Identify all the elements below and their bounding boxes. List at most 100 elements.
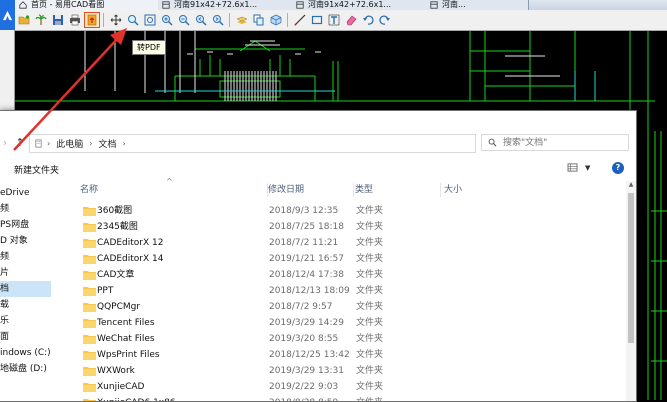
column-header-size[interactable]: 大小 [444,183,529,197]
tab-drawing-2-label: 河南91x42+72.6x1... [308,0,392,9]
file-row[interactable]: PPT 2018/12/13 18:09 文件夹 [76,283,636,299]
up-arrow-icon[interactable]: ↑ [15,137,25,149]
nav-item[interactable]: 频 [0,201,51,217]
breadcrumb-documents[interactable]: 文档 [98,137,116,150]
folder-icon [83,351,96,360]
vertical-scrollbar[interactable]: ▲ [626,181,636,401]
eraser-button[interactable] [344,13,358,27]
rectangle-icon [311,15,322,25]
nav-item[interactable]: 片 [0,265,51,281]
file-row[interactable]: CADEditorX 14 2019/1/21 16:57 文件夹 [76,251,636,267]
folder-icon [83,207,96,216]
tab-home[interactable]: 首页 - 易用CAD看图 [15,0,178,10]
file-row[interactable]: CADEditorX 12 2018/7/2 11:21 文件夹 [76,235,636,251]
file-row[interactable]: 360截图 2018/9/3 12:35 文件夹 [76,203,636,219]
undo-button[interactable] [361,13,375,27]
zoom-previous-button[interactable] [194,13,208,27]
print-button[interactable] [68,13,82,27]
folder-icon [83,239,96,248]
nav-item[interactable]: indows (C:) [0,345,51,361]
nav-item[interactable]: PS网盘 [0,217,51,233]
rectangle-button[interactable] [310,13,324,27]
drawing-file-icon [296,1,304,9]
text-button[interactable] [327,13,341,27]
tab-drawing-1[interactable]: 河南91x42+72.6x1... [158,0,311,10]
zoom-prev-icon [195,15,207,26]
file-name: XunjieCAD6.1x86 [97,395,176,401]
line-button[interactable] [293,13,307,27]
new-folder-button[interactable]: 新建文件夹 [14,163,59,176]
command-bar: 新建文件夹 ▼ ? [0,159,636,179]
file-row[interactable]: WeChat Files 2019/3/20 8:55 文件夹 [76,331,636,347]
app-logo[interactable] [0,0,15,30]
palm-icon [34,14,47,25]
3d-view-button[interactable] [269,13,283,27]
search-input[interactable] [501,136,628,149]
copy-button[interactable] [252,13,266,27]
save-button[interactable] [51,13,65,27]
help-button[interactable]: ? [612,162,624,174]
zoom-window-button[interactable] [126,13,140,27]
view-options-button[interactable]: ▼ [567,163,590,172]
nav-item[interactable]: 频 [0,249,51,265]
file-row[interactable]: CAD文章 2018/12/4 17:38 文件夹 [76,267,636,283]
file-row[interactable]: XunjieCAD6.1x86 2018/8/28 8:59 文件夹 [76,395,636,401]
file-row[interactable]: WpsPrint Files 2018/12/25 13:42 文件夹 [76,347,636,363]
redo-button[interactable] [378,13,392,27]
folder-icon [83,271,96,280]
tab-drawing-3[interactable]: 河南... [426,0,529,10]
nav-item[interactable]: 地磁盘 (D:) [0,361,51,377]
nav-item[interactable]: eDrive [0,185,51,201]
pdf-convert-button[interactable] [83,12,100,28]
breadcrumb-this-pc[interactable]: 此电脑 [56,137,83,150]
zoom-in-icon [161,15,173,26]
scroll-up-icon[interactable]: ▲ [627,181,635,190]
file-date: 2019/2/22 9:03 [269,382,339,392]
tab-drawing-2[interactable]: 河南91x42+72.6x1... [292,0,445,10]
layer-button[interactable] [235,13,249,27]
column-header-name[interactable]: 名称 [80,183,268,197]
folder-icon [83,223,96,232]
column-header-date[interactable]: 修改日期 [268,183,354,197]
file-name: 360截图 [97,206,133,216]
back-arrow-icon[interactable]: › [0,137,10,149]
open-button[interactable] [17,13,31,27]
file-name: CADEditorX 12 [97,238,164,248]
zoom-extents-button[interactable] [143,13,157,27]
file-row[interactable]: XunjieCAD 2019/2/22 9:03 文件夹 [76,379,636,395]
toolbar-separator [287,13,288,27]
file-name: PPT [97,286,114,296]
zoom-next-button[interactable] [211,13,225,27]
folder-icon [83,367,96,376]
folder-icon [83,399,96,401]
navigation-pane: eDrive 频 PS网盘 D 对象频片档载乐面 indows (C:) 地磁盘 (D:) [0,181,51,401]
zoom-in-button[interactable] [160,13,174,27]
nav-item[interactable]: 档 [0,281,51,297]
nav-item[interactable]: 面 [0,329,51,345]
file-date: 2018/12/13 18:09 [269,286,350,296]
pan-button[interactable] [109,13,123,27]
file-row[interactable]: 2345截图 2018/7/25 18:18 文件夹 [76,219,636,235]
palm-button[interactable] [34,13,48,27]
app-logo-icon [2,10,13,20]
file-row[interactable]: QQPCMgr 2018/7/2 9:57 文件夹 [76,299,636,315]
file-row[interactable]: WXWork 2019/3/29 13:31 文件夹 [76,363,636,379]
nav-item[interactable]: 乐 [0,313,51,329]
file-date: 2019/3/29 13:31 [269,366,344,376]
nav-item[interactable]: 载 [0,297,51,313]
pdf-convert-tooltip: 转PDF [132,40,166,55]
nav-item[interactable]: D 对象 [0,233,51,249]
nav-item-label: eDrive [0,188,30,198]
address-bar[interactable]: › 此电脑 › 文档 › [29,134,476,153]
scrollbar-thumb[interactable] [628,193,634,343]
file-date: 2018/12/25 13:42 [269,350,350,360]
search-box[interactable] [481,134,629,151]
file-name: WpsPrint Files [97,350,160,360]
zoom-out-button[interactable] [177,13,191,27]
column-header-type[interactable]: 类型 [355,183,441,197]
folder-icon [83,335,96,344]
file-type: 文件夹 [356,382,384,392]
toolbar-separator [229,13,230,27]
file-name: CADEditorX 14 [97,254,164,264]
file-row[interactable]: Tencent Files 2019/3/29 14:29 文件夹 [76,315,636,331]
